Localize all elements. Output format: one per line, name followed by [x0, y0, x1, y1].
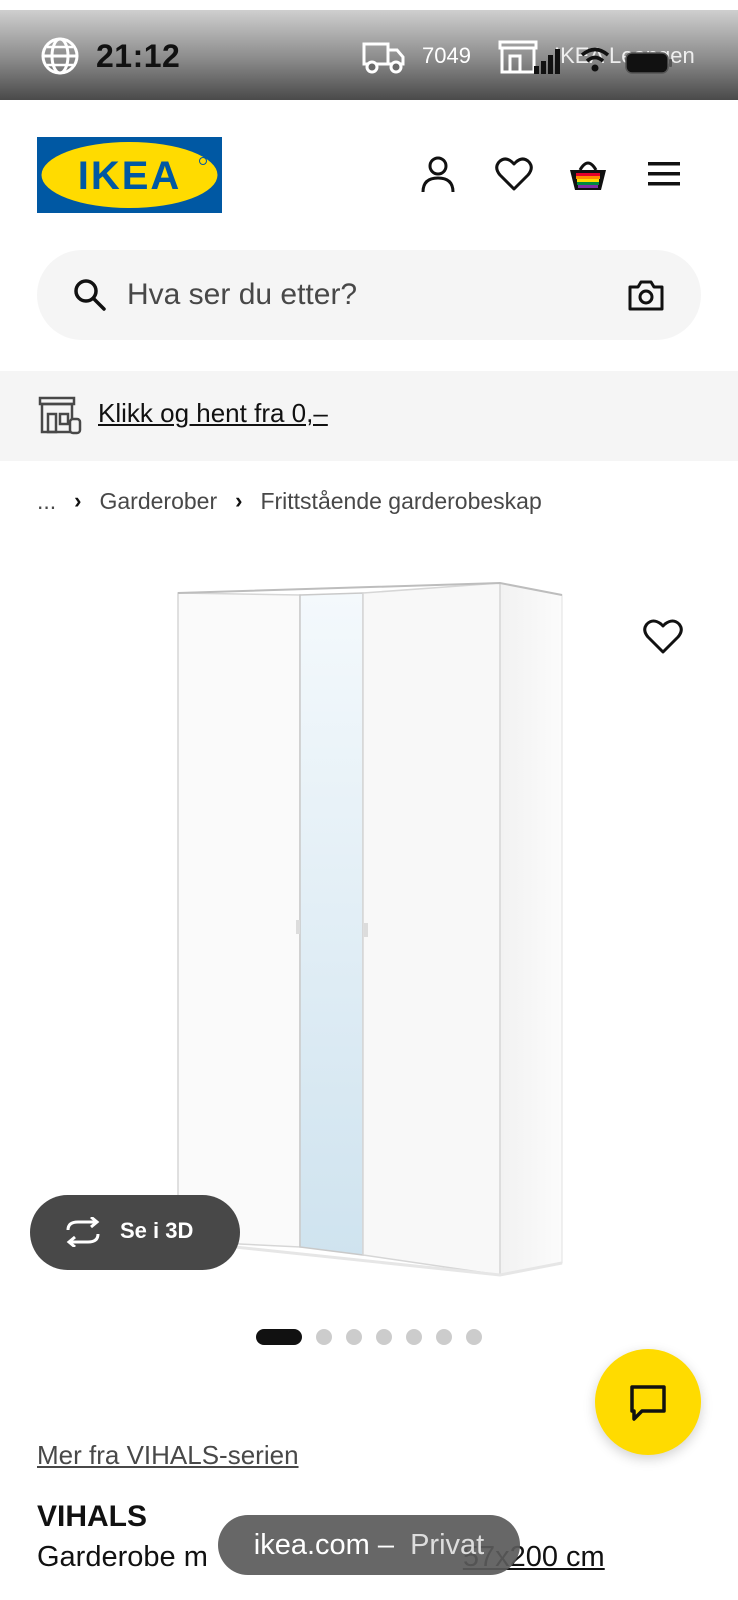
delivery-count: 7049: [422, 43, 471, 68]
signal-icon: [534, 49, 560, 74]
pagination-dot[interactable]: [256, 1329, 302, 1345]
status-bar: 21:12 7049 IKEA Leangen: [0, 0, 738, 100]
product-image[interactable]: [160, 575, 580, 1285]
truck-icon: [362, 42, 405, 74]
image-pagination: [256, 1329, 496, 1345]
rotate-3d-icon: [66, 1217, 100, 1247]
globe-icon: [41, 37, 79, 75]
breadcrumb-garderober[interactable]: Garderober: [100, 488, 218, 515]
battery-icon: [625, 52, 672, 74]
logo-text: IKEA: [78, 154, 182, 198]
status-time: 21:12: [96, 38, 181, 74]
camera-icon[interactable]: [627, 276, 665, 314]
toast-separator: –: [369, 1528, 403, 1561]
account-icon[interactable]: [418, 154, 458, 194]
pagination-dot[interactable]: [466, 1329, 482, 1345]
search-icon[interactable]: [73, 278, 107, 312]
store-icon: [38, 396, 82, 435]
product-description-text: Garderobe m: [37, 1541, 208, 1573]
toast-mode: Privat: [410, 1528, 485, 1561]
pagination-dot[interactable]: [406, 1329, 422, 1345]
menu-icon[interactable]: [644, 154, 684, 194]
pagination-dot[interactable]: [376, 1329, 392, 1345]
search-bar[interactable]: [37, 250, 701, 340]
click-collect-banner: Klikk og hent fra 0,–: [0, 371, 738, 461]
toast-domain: ikea.com: [253, 1528, 370, 1561]
chevron-right-icon: ›: [235, 488, 243, 513]
favorite-heart-icon[interactable]: [642, 616, 684, 656]
view-3d-button[interactable]: Se i 3D: [30, 1195, 240, 1270]
product-name: VIHALS: [37, 1500, 148, 1533]
breadcrumb-ellipsis[interactable]: ...: [37, 488, 56, 515]
chevron-right-icon: ›: [74, 488, 82, 513]
view-3d-label: Se i 3D: [120, 1218, 194, 1243]
series-link[interactable]: Mer fra VIHALS-serien: [37, 1440, 299, 1471]
store-icon: [498, 40, 538, 74]
chat-icon: [630, 1385, 666, 1421]
click-collect-link[interactable]: Klikk og hent fra 0,–: [98, 398, 328, 429]
wifi-icon: [580, 47, 610, 72]
cart-icon[interactable]: [568, 154, 608, 194]
search-input[interactable]: [127, 272, 597, 318]
ikea-logo[interactable]: IKEA: [37, 137, 222, 213]
breadcrumb: ... › Garderober › Frittstående garderob…: [37, 486, 542, 516]
pagination-dot[interactable]: [436, 1329, 452, 1345]
chat-button[interactable]: [595, 1349, 701, 1455]
breadcrumb-frittstaende[interactable]: Frittstående garderobeskap: [260, 488, 541, 515]
pagination-dot[interactable]: [346, 1329, 362, 1345]
pagination-dot[interactable]: [316, 1329, 332, 1345]
browser-private-toast: ikea.com – Privat: [218, 1515, 520, 1575]
heart-icon[interactable]: [494, 154, 534, 194]
